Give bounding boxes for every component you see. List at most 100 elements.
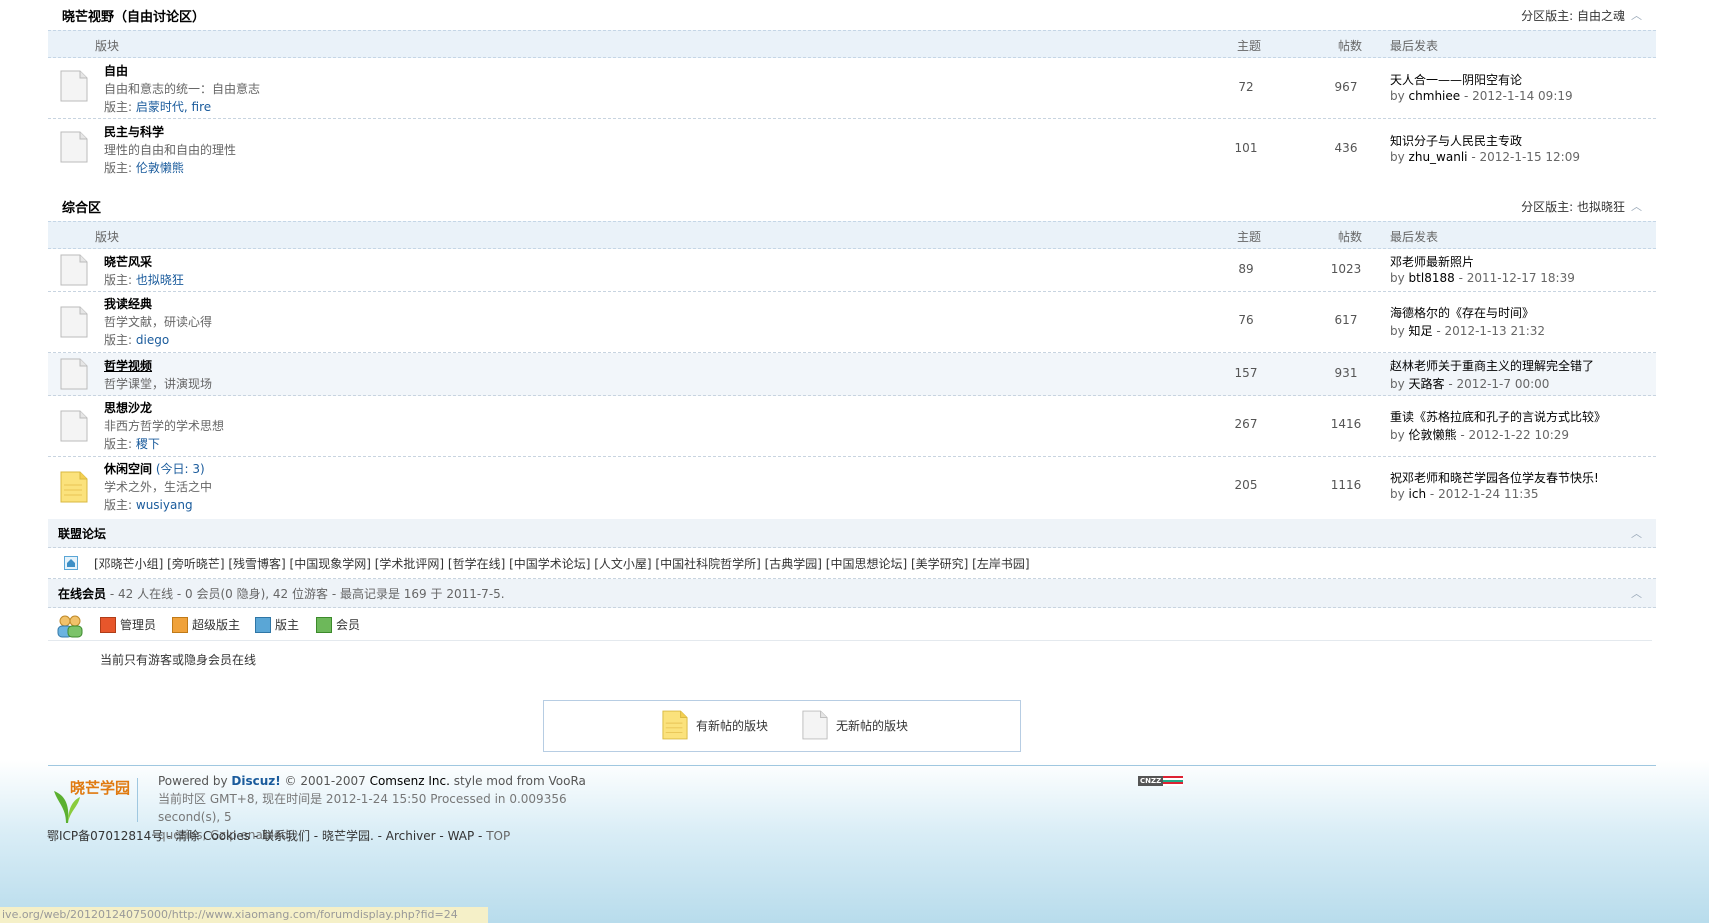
last-post-title[interactable]: 知识分子与人民民主专政 <box>1390 132 1522 149</box>
forum-name[interactable]: 哲学视频 <box>104 357 152 374</box>
forum-moderators: 版主: 伦敦懒熊 <box>104 161 184 175</box>
online-list: 当前只有游客或隐身会员在线 <box>48 641 1656 671</box>
timezone-info: 当前时区 GMT+8, 现在时间是 2012-1-24 15:50 Proces… <box>158 792 567 824</box>
post-count: 931 <box>1334 366 1358 380</box>
forum-name[interactable]: 晓芒风采 <box>104 253 152 270</box>
forum-name[interactable]: 我读经典 <box>104 295 152 312</box>
post-count: 1023 <box>1330 262 1362 276</box>
online-header: 在线会员 - 42 人在线 - 0 会员(0 隐身), 42 位游客 - 最高记… <box>48 579 1656 608</box>
category-moderator: 分区版主: 也拟晓狂 ︿ <box>1521 198 1642 214</box>
last-post-title[interactable]: 祝邓老师和晓芒学园各位学友春节快乐! <box>1390 469 1599 486</box>
collapse-icon[interactable]: ︿ <box>1631 198 1642 214</box>
folder-icon <box>60 306 88 338</box>
links-row: [邓晓芒小组] [旁听晓芒] [残雪博客] [中国现象学网] [学术批评网] [… <box>48 548 1656 579</box>
post-count: 967 <box>1334 80 1358 94</box>
category-title[interactable]: 综合区 <box>62 197 101 216</box>
last-post-title[interactable]: 赵林老师关于重商主义的理解完全错了 <box>1390 357 1594 374</box>
logo-divider <box>137 778 138 822</box>
cnzz-badge[interactable]: CNZZ <box>1138 776 1184 786</box>
topic-count: 157 <box>1234 366 1258 380</box>
footer-divider <box>48 765 1656 766</box>
role-member: 会员 <box>316 616 360 633</box>
icp-link[interactable]: 鄂ICP备07012814号 <box>47 829 163 843</box>
category-header: 综合区 分区版主: 也拟晓狂 ︿ <box>48 191 1656 221</box>
top-link[interactable]: TOP <box>486 829 510 843</box>
last-post-title[interactable]: 海德格尔的《存在与时间》 <box>1390 304 1534 321</box>
role-admin: 管理员 <box>100 616 156 633</box>
forum-moderators: 版主: 启蒙时代, fire <box>104 100 212 114</box>
post-count: 1116 <box>1330 478 1362 492</box>
topic-count: 101 <box>1234 141 1258 155</box>
last-post-title[interactable]: 邓老师最新照片 <box>1390 253 1474 270</box>
member-icon <box>316 616 332 633</box>
category-moderator: 分区版主: 自由之魂 ︿ <box>1521 7 1642 23</box>
forum-moderators: 版主: wusiyang <box>104 498 193 512</box>
post-count: 1416 <box>1330 417 1362 431</box>
topic-count: 72 <box>1238 80 1254 94</box>
last-post-meta: by 天路客 - 2012-1-7 00:00 <box>1390 377 1550 391</box>
folder-icon <box>60 70 88 102</box>
forum-row: 晓芒风采 版主: 也拟晓狂 89 1023 邓老师最新照片 by btl8188… <box>48 249 1656 292</box>
post-count: 617 <box>1334 313 1358 327</box>
home-link[interactable]: 晓芒学园. <box>322 829 374 843</box>
forum-name[interactable]: 思想沙龙 <box>104 399 152 416</box>
folder-new-icon <box>662 710 688 740</box>
legend-no-new: 无新帖的版块 <box>802 709 908 741</box>
wap-link[interactable]: WAP <box>448 829 475 843</box>
online-summary: - 42 人在线 - 0 会员(0 隐身), 42 位游客 - 最高记录是 16… <box>109 586 505 601</box>
folder-icon <box>60 358 88 390</box>
column-header: 版块 主题 帖数 最后发表 <box>48 221 1656 249</box>
forum-moderators: 版主: 稷下 <box>104 437 160 451</box>
home-icon <box>64 556 78 570</box>
folder-icon <box>60 254 88 286</box>
forum-index: 晓芒视野（自由讨论区） 分区版主: 自由之魂 ︿ 版块 主题 帖数 最后发表 自… <box>48 0 1656 671</box>
category-header: 晓芒视野（自由讨论区） 分区版主: 自由之魂 ︿ <box>48 0 1656 30</box>
collapse-icon[interactable]: ︿ <box>1631 585 1642 601</box>
archiver-link[interactable]: Archiver <box>386 829 436 843</box>
clear-cookies-link[interactable]: 清除 Cookies <box>175 829 250 843</box>
post-count: 436 <box>1334 141 1358 155</box>
role-super-moderator: 超级版主 <box>172 616 240 633</box>
last-post-title[interactable]: 重读《苏格拉底和孔子的言说方式比较》 <box>1390 408 1606 425</box>
last-post-meta: by chmhiee - 2012-1-14 09:19 <box>1390 89 1573 103</box>
forum-row: 休闲空间 (今日: 3) 学术之外，生活之中 版主: wusiyang 205 … <box>48 457 1656 519</box>
last-post-meta: by btl8188 - 2011-12-17 18:39 <box>1390 271 1575 285</box>
admin-icon <box>100 616 116 633</box>
users-icon <box>57 615 83 638</box>
links-header: 联盟论坛 ︿ <box>48 519 1656 548</box>
folder-icon <box>60 410 88 442</box>
online-note: 当前只有游客或隐身会员在线 <box>100 653 257 667</box>
topic-count: 267 <box>1234 417 1258 431</box>
forum-desc: 哲学课堂，讲演现场 <box>104 377 213 391</box>
collapse-icon[interactable]: ︿ <box>1631 7 1642 23</box>
forum-row: 哲学视频 哲学课堂，讲演现场 157 931 赵林老师关于重商主义的理解完全错了… <box>48 353 1656 396</box>
online-title: 在线会员 <box>58 586 107 601</box>
forum-name[interactable]: 民主与科学 <box>104 123 164 140</box>
alliance-links[interactable]: [邓晓芒小组] [旁听晓芒] [残雪博客] [中国现象学网] [学术批评网] [… <box>94 555 1030 572</box>
collapse-icon[interactable]: ︿ <box>1631 525 1642 541</box>
moderator-icon <box>255 616 271 633</box>
site-logo[interactable]: 晓芒学园 <box>52 775 136 823</box>
forum-name[interactable]: 休闲空间 <box>104 462 152 476</box>
online-legend: 管理员 超级版主 版主 会员 <box>48 608 1652 641</box>
forum-desc: 理性的自由和自由的理性 <box>104 143 237 157</box>
forum-moderators: 版主: diego <box>104 333 170 347</box>
forum-desc: 非西方哲学的学术思想 <box>104 419 225 433</box>
forum-row: 我读经典 哲学文献，研读心得 版主: diego 76 617 海德格尔的《存在… <box>48 292 1656 353</box>
last-post-meta: by ich - 2012-1-24 11:35 <box>1390 487 1539 501</box>
forum-moderators: 版主: 也拟晓狂 <box>104 273 184 287</box>
forum-name[interactable]: 自由 <box>104 62 128 79</box>
forum-legend: 有新帖的版块 无新帖的版块 <box>543 700 1021 752</box>
last-post-title[interactable]: 天人合一——阴阳空有论 <box>1390 71 1522 88</box>
last-post-meta: by 伦敦懒熊 - 2012-1-22 10:29 <box>1390 428 1570 442</box>
forum-desc: 学术之外，生活之中 <box>104 480 213 494</box>
browser-status-url: ive.org/web/20120124075000/http://www.xi… <box>0 907 488 923</box>
contact-link[interactable]: 联系我们 <box>262 829 310 843</box>
last-post-meta: by 知足 - 2012-1-13 21:32 <box>1390 324 1546 338</box>
topic-count: 89 <box>1238 262 1254 276</box>
category-title[interactable]: 晓芒视野（自由讨论区） <box>62 6 205 25</box>
folder-icon <box>60 131 88 163</box>
forum-row: 民主与科学 理性的自由和自由的理性 版主: 伦敦懒熊 101 436 知识分子与… <box>48 119 1656 179</box>
role-moderator: 版主 <box>255 616 299 633</box>
forum-row: 自由 自由和意志的统一：自由意志 版主: 启蒙时代, fire 72 967 天… <box>48 58 1656 119</box>
